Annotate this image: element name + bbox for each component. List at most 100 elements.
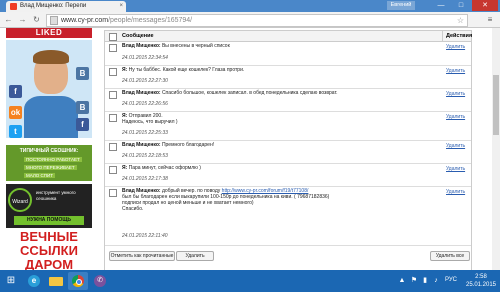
close-window-button[interactable]: ✕ xyxy=(472,0,498,11)
message-author: Влад Мищенко: xyxy=(122,90,161,96)
network-icon[interactable]: ▮ xyxy=(421,277,429,285)
seo-ad-title: ТИПИЧНЫЙ СЕОШНИК: xyxy=(19,148,79,154)
volume-icon[interactable]: ♪ xyxy=(432,277,440,285)
scrollbar-track[interactable] xyxy=(492,28,500,270)
messages-table: Сообщение Действия Влад Мищенко: Вы внес… xyxy=(104,30,472,270)
delete-all-button[interactable]: Удалить все xyxy=(430,251,470,261)
select-all-checkbox[interactable] xyxy=(109,33,117,41)
forward-icon[interactable]: → xyxy=(17,14,28,25)
site-favicon-icon xyxy=(10,3,17,10)
internet-explorer-icon: e xyxy=(28,275,40,287)
tab-title: Влад Мищенко: Перепи xyxy=(20,3,87,9)
seo-ad-line: ПОСТОЯННО РАБОТАЕТ xyxy=(24,157,82,162)
message-checkbox[interactable] xyxy=(109,68,117,76)
twitter-icon: t xyxy=(9,125,22,138)
seo-ad-line: МАЛО СПИТ xyxy=(24,173,56,178)
window-titlebar: Влад Мищенко: Перепи × Евгений — □ ✕ xyxy=(0,0,500,12)
tab-close-icon[interactable]: × xyxy=(119,1,123,12)
message-checkbox[interactable] xyxy=(109,166,117,174)
bookmark-star-icon[interactable]: ☆ xyxy=(457,15,464,26)
odnoklassniki-icon: ok xyxy=(9,106,22,119)
message-text: Надеюсь, что выручил ) xyxy=(122,119,178,125)
message-row: Я: Пара минут, сейчас оформлю ) 24.01.20… xyxy=(105,164,471,187)
vk-icon: B xyxy=(76,67,89,80)
windows-taskbar: ⊞ e ✆ ▲ ⚑ ▮ ♪ РУС 2:58 25.01.2015 xyxy=(0,270,500,292)
message-date: 24.01.2015 22:18:53 xyxy=(122,153,168,159)
message-date: 24.01.2015 22:17:38 xyxy=(122,176,168,182)
scrollbar-thumb[interactable] xyxy=(493,75,499,135)
message-author: Влад Мищенко: xyxy=(122,142,161,148)
wizard-help-button[interactable]: НУЖНА ПОМОЩЬ xyxy=(14,216,84,225)
tray-flag-icon[interactable]: ⚑ xyxy=(410,277,418,285)
tray-arrow-icon[interactable]: ▲ xyxy=(398,277,406,285)
delete-link[interactable]: Удалить xyxy=(446,68,465,74)
vk-icon: B xyxy=(76,101,89,114)
delete-link[interactable]: Удалить xyxy=(446,189,465,195)
liked-banner[interactable]: LIKED xyxy=(6,28,92,38)
delete-link[interactable]: Удалить xyxy=(446,143,465,149)
clock[interactable]: 2:58 25.01.2015 xyxy=(464,273,498,289)
message-date: 24.01.2015 22:26:56 xyxy=(122,101,168,107)
message-text: Ну ты баббес. Какой еще кошелек? Глаза п… xyxy=(128,67,245,73)
message-checkbox[interactable] xyxy=(109,189,117,197)
message-date: 24.01.2015 22:34:54 xyxy=(122,55,168,61)
message-body: Влад Мищенко: добрый вечер. по поводу ht… xyxy=(122,188,440,212)
taskbar-explorer-button[interactable] xyxy=(46,272,66,290)
message-row: Влад Мищенко: Премного благодарен! 24.01… xyxy=(105,141,471,164)
browser-tab[interactable]: Влад Мищенко: Перепи × xyxy=(6,1,126,12)
wizard-ad-banner[interactable]: Wizard инструмент умного сеошника НУЖНА … xyxy=(6,184,92,228)
delete-link[interactable]: Удалить xyxy=(446,44,465,50)
start-button[interactable]: ⊞ xyxy=(2,272,20,290)
message-checkbox[interactable] xyxy=(109,91,117,99)
ad-photo[interactable]: f ok B B f t xyxy=(6,40,92,138)
links-ad-text[interactable]: ВЕЧНЫЕ ССЫЛКИ ДАРОМ xyxy=(6,230,92,271)
message-author: Я: xyxy=(122,165,128,171)
seo-ad-banner[interactable]: ТИПИЧНЫЙ СЕОШНИК: ПОСТОЯННО РАБОТАЕТ МНО… xyxy=(6,145,92,181)
folder-icon xyxy=(49,277,63,286)
back-icon[interactable]: ← xyxy=(3,14,14,25)
message-author: Влад Мищенко: xyxy=(122,43,161,49)
url-host: www.cy-pr.com xyxy=(61,17,109,24)
taskbar-chrome-button[interactable] xyxy=(68,272,88,290)
message-text: Пара минут, сейчас оформлю ) xyxy=(128,165,201,171)
viber-icon: ✆ xyxy=(94,275,106,287)
address-bar[interactable]: www.cy-pr.com/people/messages/165794/ ☆ xyxy=(46,14,468,27)
reload-icon[interactable]: ↻ xyxy=(31,14,42,25)
message-text: Спасибо. xyxy=(122,206,144,212)
chrome-center xyxy=(76,279,82,285)
table-footer: Отметить как прочитанные Удалить Удалить… xyxy=(105,245,471,270)
minimize-button[interactable]: — xyxy=(432,0,450,11)
language-indicator[interactable]: РУС xyxy=(445,277,457,283)
maximize-button[interactable]: □ xyxy=(452,0,470,11)
message-body: Влад Мищенко: Вы внесены в черный список xyxy=(122,43,440,49)
message-row: Я: Ну ты баббес. Какой еще кошелек? Глаз… xyxy=(105,66,471,89)
taskbar-ie-button[interactable]: e xyxy=(24,272,44,290)
menu-icon[interactable]: ≡ xyxy=(484,14,496,25)
links-ad-line: ССЫЛКИ xyxy=(20,243,78,258)
message-text: Премного благодарен! xyxy=(161,142,215,148)
seo-ad-line: МНОГО ПЕРЕЖИВАЕТ xyxy=(24,165,77,170)
profile-button[interactable]: Евгений xyxy=(387,1,415,10)
taskbar-viber-button[interactable]: ✆ xyxy=(90,272,110,290)
page-content: LIKED f ok B B f t ТИПИЧНЫЙ СЕОШНИК: ПОС… xyxy=(0,28,492,270)
wizard-ad-text: инструмент умного сеошника xyxy=(36,190,76,201)
message-date: 24.01.2015 22:11:40 xyxy=(122,233,168,239)
delete-link[interactable]: Удалить xyxy=(446,91,465,97)
message-checkbox[interactable] xyxy=(109,114,117,122)
message-row: Влад Мищенко: Спасибо большое, кошелек з… xyxy=(105,89,471,112)
photo-hair xyxy=(33,50,69,64)
wizard-logo-icon: Wizard xyxy=(8,188,32,212)
message-checkbox[interactable] xyxy=(109,143,117,151)
clock-time: 2:58 xyxy=(475,274,487,280)
delete-link[interactable]: Удалить xyxy=(446,166,465,172)
facebook-icon: f xyxy=(9,85,22,98)
message-checkbox[interactable] xyxy=(109,44,117,52)
message-date: 24.01.2015 22:25:33 xyxy=(122,130,168,136)
message-text: Спасибо большое, кошелек записал. в обед… xyxy=(161,90,338,96)
message-body: Я: Пара минут, сейчас оформлю ) xyxy=(122,165,440,171)
delete-selected-button[interactable]: Удалить xyxy=(176,251,214,261)
column-header-actions: Действия xyxy=(446,33,473,39)
mark-read-button[interactable]: Отметить как прочитанные xyxy=(109,251,175,261)
delete-link[interactable]: Удалить xyxy=(446,114,465,120)
clock-date: 25.01.2015 xyxy=(465,282,497,288)
